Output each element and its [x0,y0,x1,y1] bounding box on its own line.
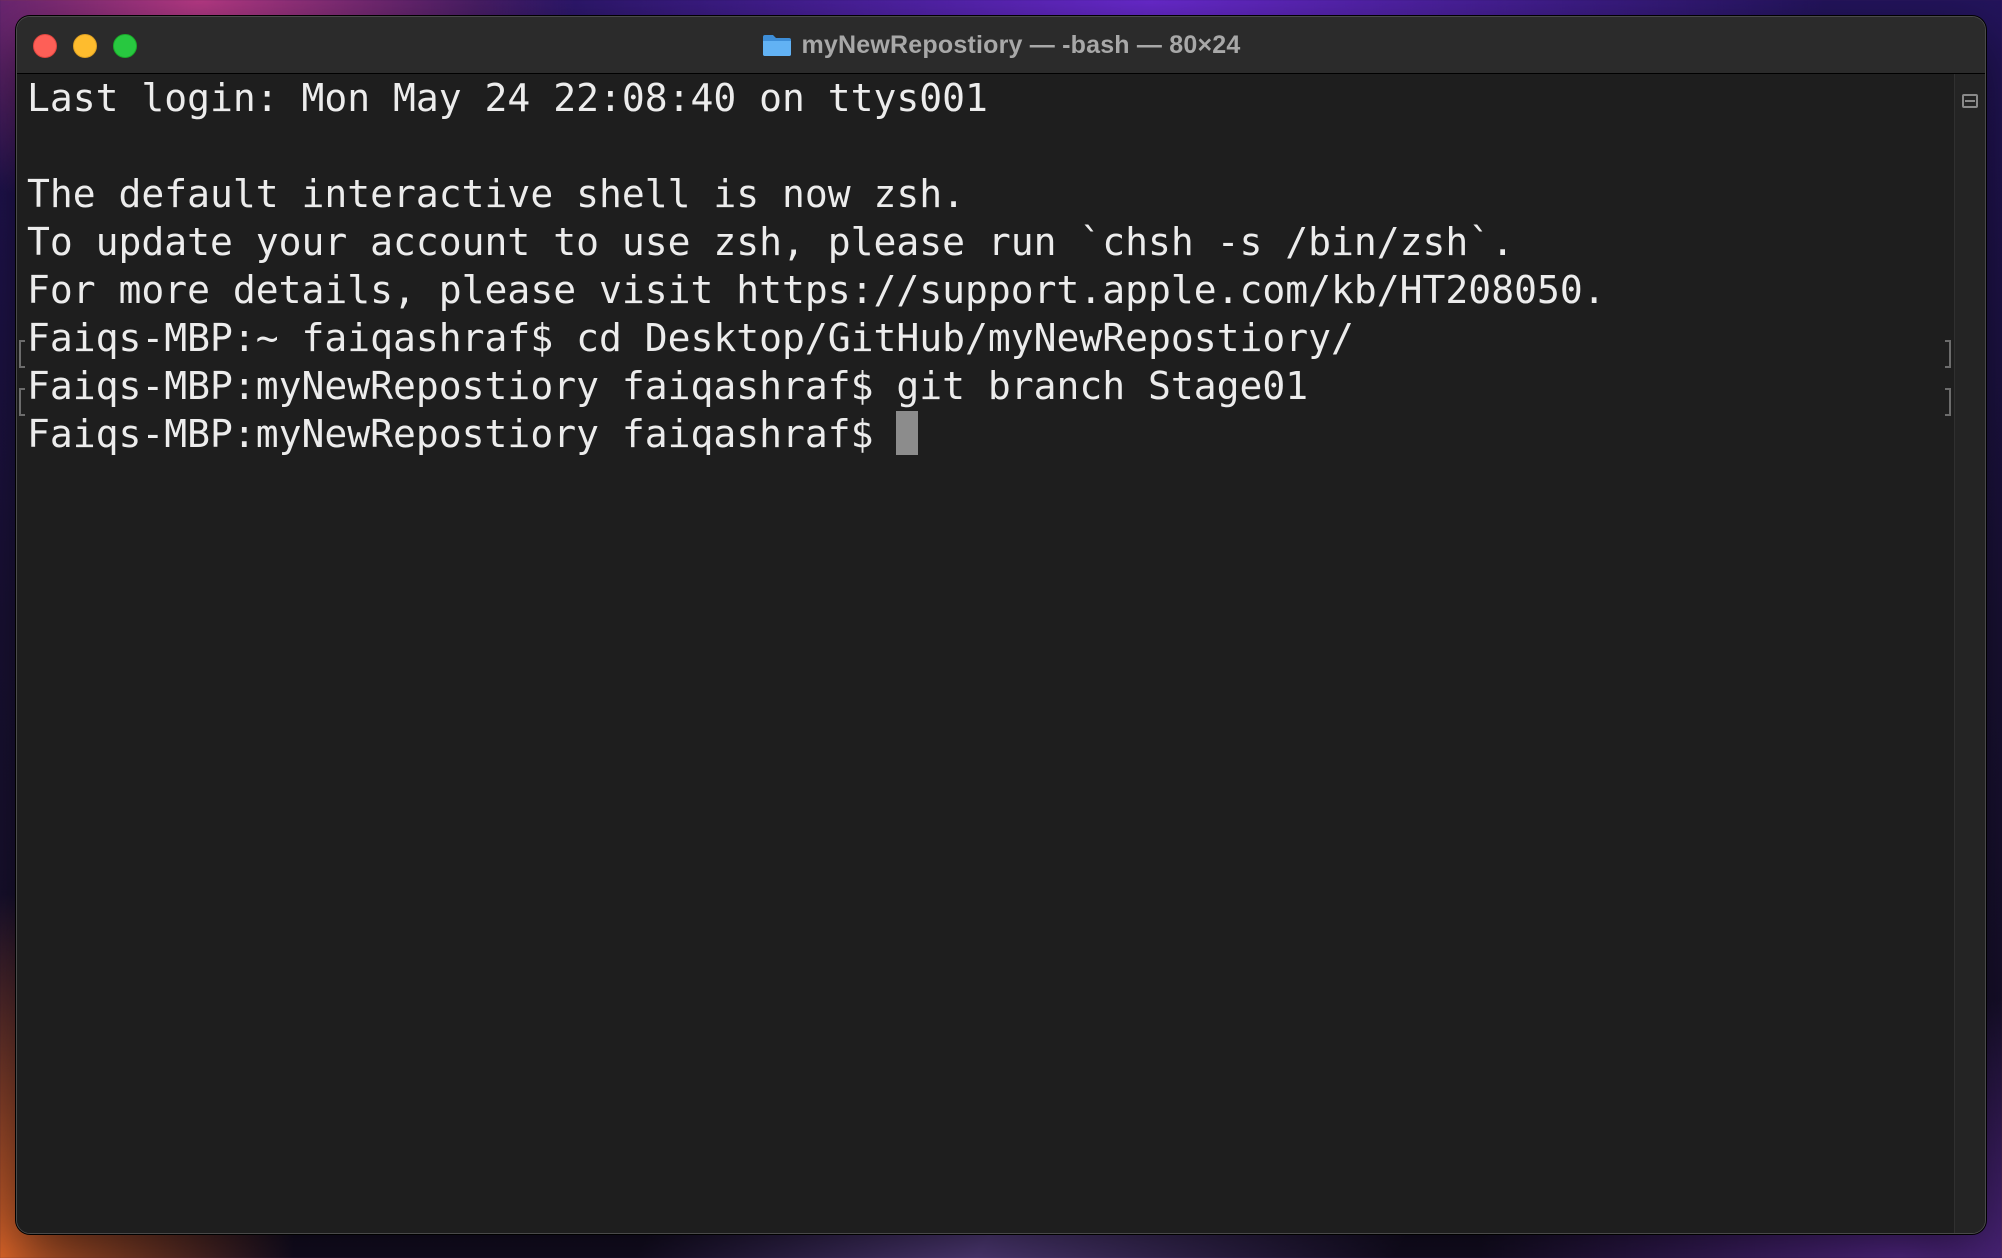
terminal-line: To update your account to use zsh, pleas… [27,220,1515,264]
title-bar[interactable]: myNewRepostiory — -bash — 80×24 [17,17,1985,74]
window-title-group: myNewRepostiory — -bash — 80×24 [17,17,1985,73]
split-pane-icon[interactable] [1962,94,1978,108]
scrollbar[interactable] [1954,74,1985,1233]
command-mark-left [19,340,25,368]
block-cursor [896,411,919,455]
command-mark-right [1945,388,1951,416]
command-mark-right [1945,340,1951,368]
terminal-line: Last login: Mon May 24 22:08:40 on ttys0… [27,76,988,120]
terminal-line: For more details, please visit https://s… [27,268,1606,312]
folder-icon [762,35,791,56]
terminal-output[interactable]: Last login: Mon May 24 22:08:40 on ttys0… [17,74,1955,1233]
terminal-line: The default interactive shell is now zsh… [27,172,965,216]
prompt-text: Faiqs-MBP:myNewRepostiory faiqashraf$ [27,412,897,456]
terminal-command-line: Faiqs-MBP:myNewRepostiory faiqashraf$ gi… [27,364,1309,408]
command-mark-left [19,388,25,416]
window-title: myNewRepostiory — -bash — 80×24 [801,30,1241,59]
terminal-window[interactable]: myNewRepostiory — -bash — 80×24 Last log… [16,16,1986,1234]
terminal-prompt-line[interactable]: Faiqs-MBP:myNewRepostiory faiqashraf$ [27,410,919,458]
terminal-command-line: Faiqs-MBP:~ faiqashraf$ cd Desktop/GitHu… [27,316,1354,360]
